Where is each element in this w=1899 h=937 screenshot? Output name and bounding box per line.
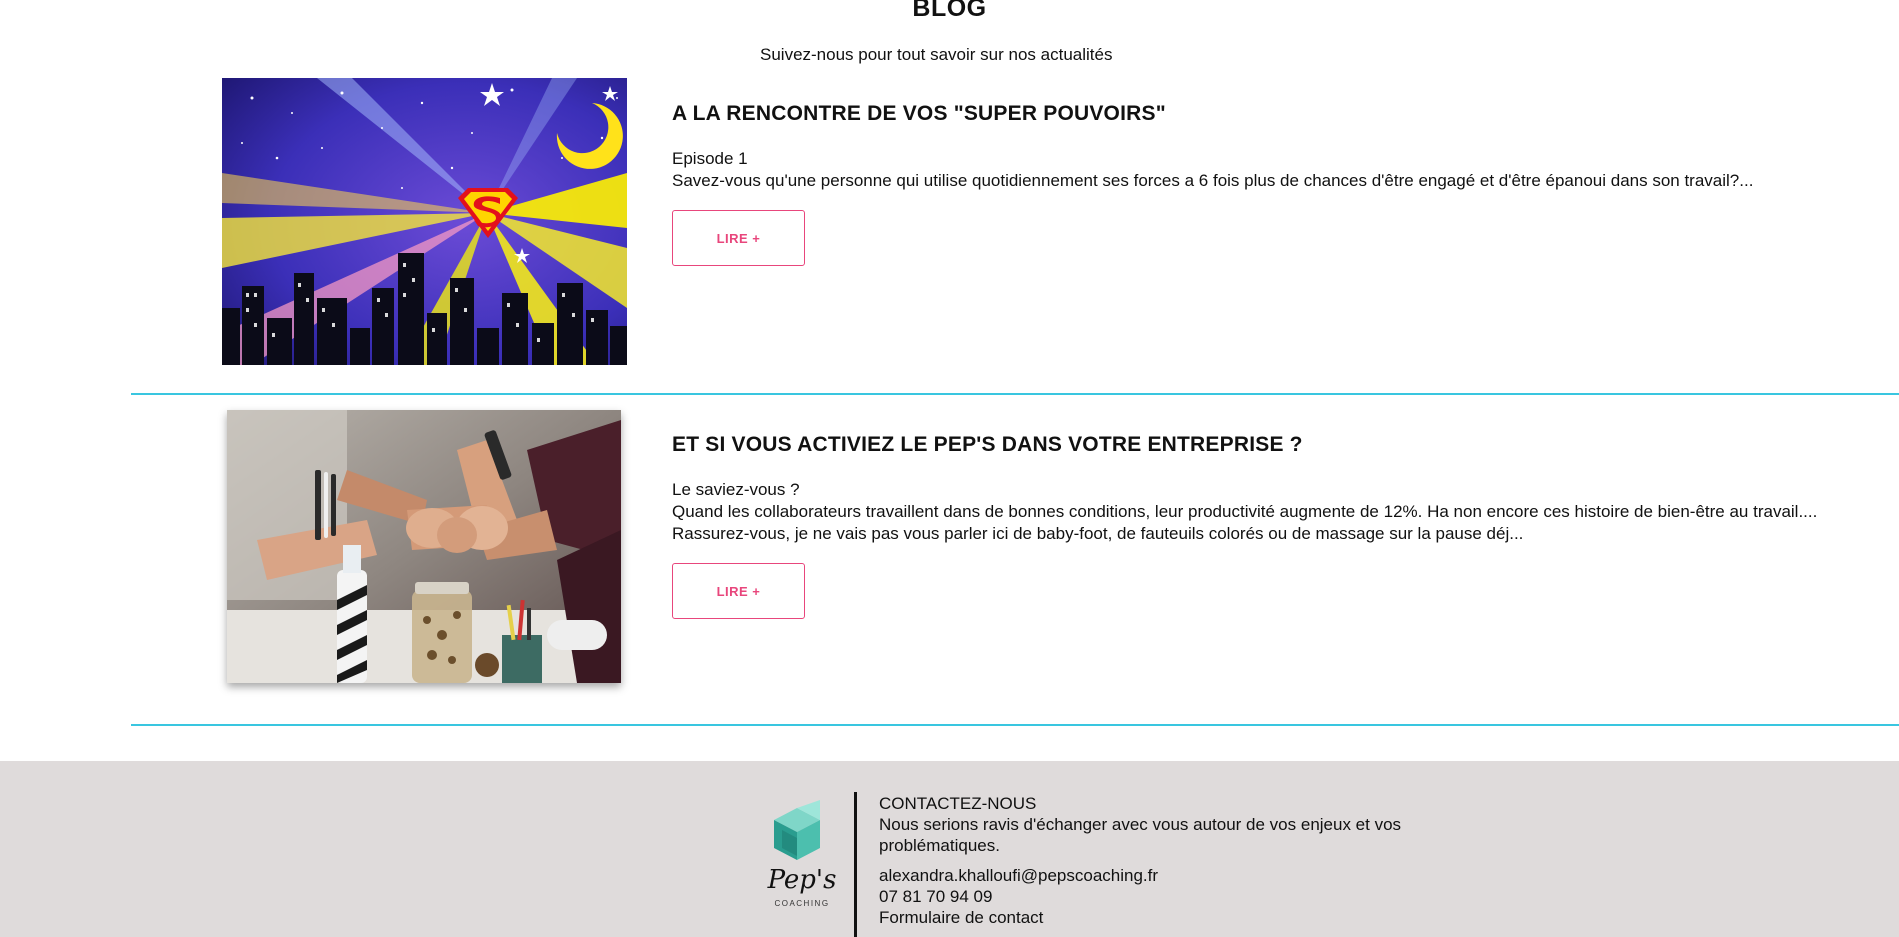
post-divider [131,724,1899,726]
post-title[interactable]: ET SI VOUS ACTIVIEZ LE PEP'S DANS VOTRE … [672,433,1303,457]
logo-wordmark: Pep's [767,865,837,895]
superhero-city-night-image[interactable] [222,78,627,365]
post-excerpt-line: Le saviez-vous ? [672,480,800,499]
logo-cube-icon: Pep's COACHING [767,800,837,908]
post-excerpt-line: Quand les collaborateurs travaillent dan… [672,502,1818,521]
page-subtitle: Suivez-nous pour tout savoir sur nos act… [760,45,1113,64]
post-title[interactable]: A LA RENCONTRE DE VOS "SUPER POUVOIRS" [672,102,1166,126]
peps-coaching-logo[interactable]: Pep's COACHING [752,800,852,918]
read-more-button[interactable]: LIRE + [672,210,805,266]
team-image-graphic [227,410,621,683]
superhero-image-graphic [222,78,627,365]
footer-heading: CONTACTEZ-NOUS [879,794,1037,813]
footer-spacer [879,856,1439,865]
post-excerpt-line: Savez-vous qu'une personne qui utilise q… [672,171,1754,190]
footer-contact: CONTACTEZ-NOUS Nous serions ravis d'écha… [879,793,1439,928]
post-excerpt-line: Rassurez-vous, je ne vais pas vous parle… [672,524,1524,543]
page-title: BLOG [912,0,987,22]
footer-vertical-rule [854,792,857,937]
team-fist-bump-image[interactable] [227,410,621,683]
footer-phone-link[interactable]: 07 81 70 94 09 [879,886,1439,907]
footer-contact-form-link[interactable]: Formulaire de contact [879,907,1439,928]
footer-email-link[interactable]: alexandra.khalloufi@pepscoaching.fr [879,865,1439,886]
read-more-button[interactable]: LIRE + [672,563,805,619]
post-excerpt: Episode 1 Savez-vous qu'une personne qui… [672,148,1753,192]
logo-subtext: COACHING [774,899,829,908]
post-excerpt: Le saviez-vous ? Quand les collaborateur… [672,479,1817,545]
footer-description: Nous serions ravis d'échanger avec vous … [879,815,1402,855]
post-excerpt-line: Episode 1 [672,149,748,168]
post-divider [131,393,1899,395]
